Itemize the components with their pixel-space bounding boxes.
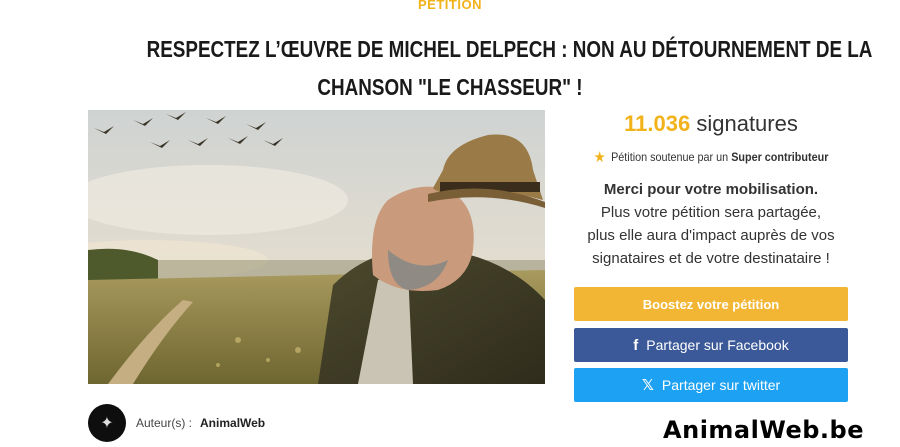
author-avatar[interactable]: ✦ bbox=[88, 404, 126, 442]
thanks-headline: Merci pour votre mobilisation. bbox=[603, 181, 819, 198]
signature-label: signatures bbox=[696, 111, 798, 136]
twitter-button-label: Partager sur twitter bbox=[661, 377, 781, 393]
support-highlight: Super contributeur bbox=[731, 150, 829, 164]
author-name-link[interactable]: AnimalWeb bbox=[200, 416, 265, 430]
support-prefix: Pétition soutenue par un bbox=[611, 150, 729, 164]
thanks-line-1: Plus votre pétition sera partagée, bbox=[600, 204, 822, 221]
thanks-line-3: signataires et de votre destinataire ! bbox=[592, 250, 830, 267]
thanks-line-2: plus elle aura d'impact auprès de vos bbox=[587, 227, 835, 244]
super-contributor-note: ★ Pétition soutenue par un Super contribu… bbox=[588, 148, 835, 166]
petition-hero-image bbox=[88, 110, 545, 384]
x-twitter-icon: 𝕏 bbox=[641, 377, 654, 394]
petition-title-line-1: RESPECTEZ L’ŒUVRE DE MICHEL DELPECH : NO… bbox=[146, 36, 873, 62]
hero-illustration bbox=[88, 110, 545, 384]
share-twitter-button[interactable]: 𝕏 Partager sur twitter bbox=[574, 368, 848, 402]
petition-kicker: PÉTITION bbox=[418, 0, 482, 12]
share-facebook-button[interactable]: f Partager sur Facebook bbox=[574, 328, 848, 362]
boost-button-label: Boostez votre pétition bbox=[642, 296, 780, 312]
star-icon: ★ bbox=[593, 149, 606, 166]
author-block: ✦ Auteur(s) : AnimalWeb bbox=[88, 403, 265, 443]
facebook-button-label: Partager sur Facebook bbox=[646, 337, 789, 353]
eagle-logo-icon: ✦ bbox=[100, 415, 114, 432]
thanks-message: Merci pour votre mobilisation. Plus votr… bbox=[574, 178, 848, 270]
site-watermark: AnimalWeb.be bbox=[663, 416, 864, 444]
author-label: Auteur(s) : bbox=[136, 416, 193, 430]
petition-title: RESPECTEZ L’ŒUVRE DE MICHEL DELPECH : NO… bbox=[146, 30, 873, 106]
facebook-icon: f bbox=[633, 336, 639, 354]
signature-counter: 11.036 signatures bbox=[574, 111, 848, 137]
petition-title-line-2: CHANSON "LE CHASSEUR" ! bbox=[317, 74, 583, 100]
signature-count: 11.036 bbox=[624, 111, 691, 136]
boost-petition-button[interactable]: Boostez votre pétition bbox=[574, 287, 848, 321]
petition-sidebar: 11.036 signatures ★ Pétition soutenue par… bbox=[574, 110, 848, 270]
